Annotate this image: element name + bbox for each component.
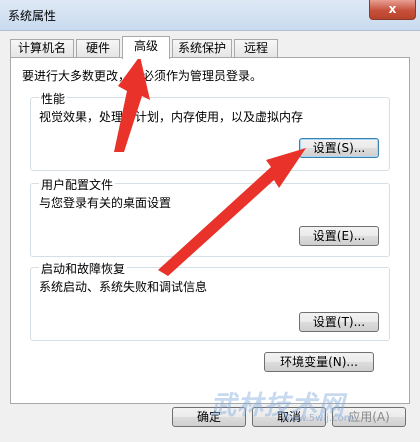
- startup-recovery-settings-button[interactable]: 设置(T)...: [299, 312, 379, 332]
- performance-title: 性能: [39, 90, 68, 107]
- user-profiles-title: 用户配置文件: [39, 176, 116, 193]
- tab-hardware[interactable]: 硬件: [76, 39, 120, 58]
- admin-notice: 要进行大多数更改，您必须作为管理员登录。: [22, 69, 263, 83]
- performance-description: 视觉效果，处理器计划，内存使用，以及虚拟内存: [39, 110, 304, 124]
- startup-recovery-title: 启动和故障恢复: [39, 260, 128, 277]
- environment-variables-button[interactable]: 环境变量(N)...: [264, 352, 374, 372]
- window-title: 系统属性: [8, 9, 57, 23]
- tab-system-protection[interactable]: 系统保护: [172, 39, 232, 58]
- startup-recovery-group: 启动和故障恢复 系统启动、系统失败和调试信息 设置(T)...: [30, 260, 390, 341]
- close-icon: x: [388, 2, 397, 16]
- startup-recovery-description: 系统启动、系统失败和调试信息: [39, 280, 208, 294]
- user-profiles-settings-button[interactable]: 设置(E)...: [299, 226, 379, 246]
- tab-computer-name[interactable]: 计算机名: [10, 39, 74, 58]
- user-profiles-group: 用户配置文件 与您登录有关的桌面设置 设置(E)...: [30, 176, 390, 257]
- tab-advanced[interactable]: 高级: [122, 36, 170, 59]
- user-profiles-description: 与您登录有关的桌面设置: [39, 196, 172, 210]
- performance-group: 性能 视觉效果，处理器计划，内存使用，以及虚拟内存 设置(S)...: [30, 90, 390, 171]
- title-bar: 系统属性 x: [0, 0, 420, 31]
- tab-remote[interactable]: 远程: [234, 39, 278, 58]
- close-button[interactable]: x: [369, 0, 416, 20]
- watermark-url: www.5wlj.com: [282, 413, 354, 424]
- performance-settings-button[interactable]: 设置(S)...: [299, 138, 379, 158]
